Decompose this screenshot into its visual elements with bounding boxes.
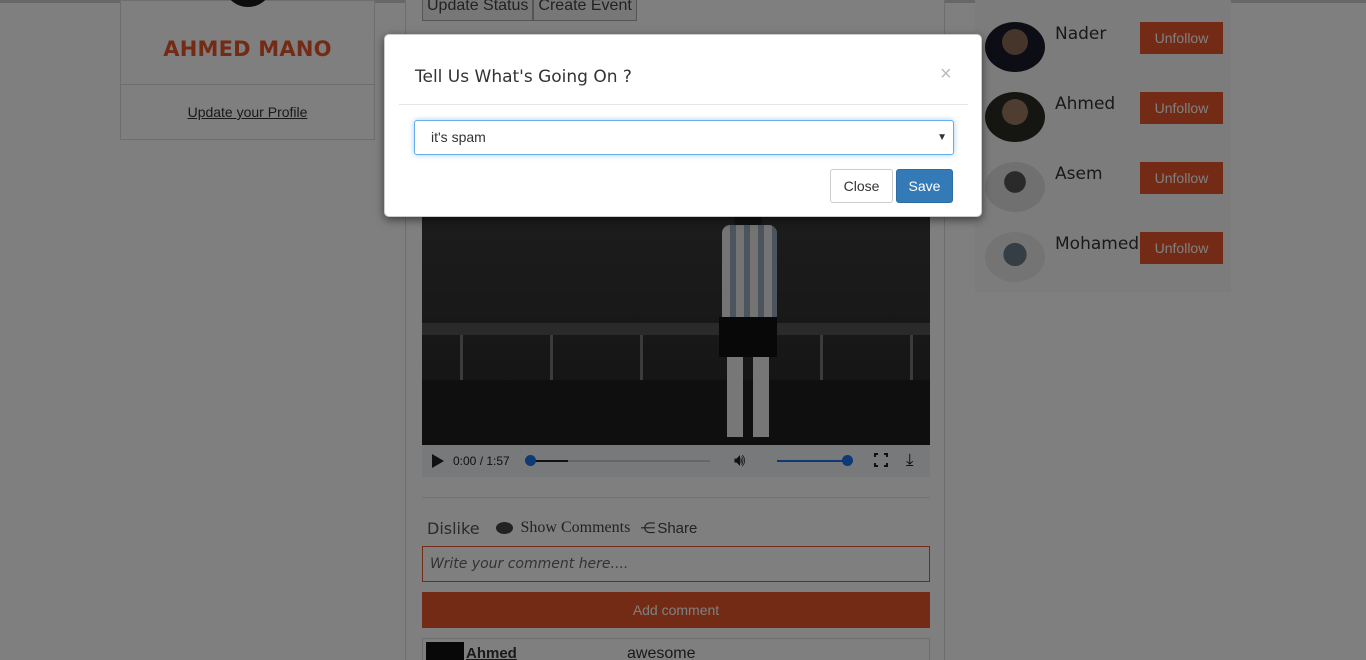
chevron-down-icon: ▼: [937, 132, 947, 143]
report-modal: Tell Us What's Going On ? × it's spam ▼ …: [384, 34, 982, 217]
close-button[interactable]: Close: [830, 169, 893, 203]
save-button[interactable]: Save: [896, 169, 953, 203]
modal-title: Tell Us What's Going On ?: [415, 67, 632, 87]
report-reason-select[interactable]: it's spam ▼: [414, 120, 954, 155]
select-value: it's spam: [431, 129, 486, 145]
close-icon[interactable]: ×: [940, 63, 952, 86]
modal-divider: [399, 104, 968, 105]
